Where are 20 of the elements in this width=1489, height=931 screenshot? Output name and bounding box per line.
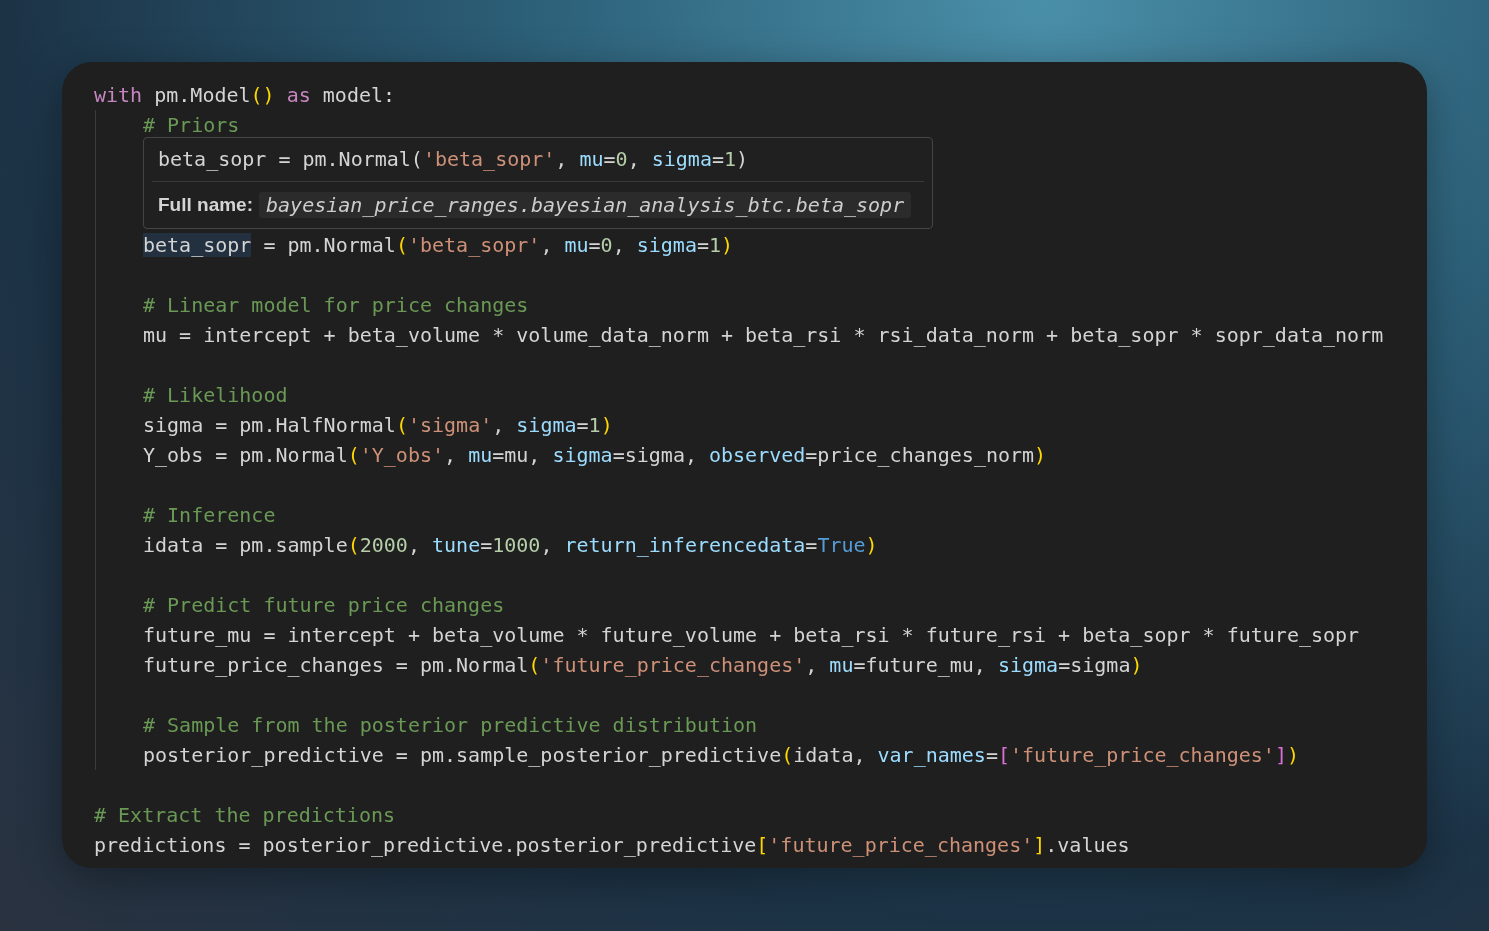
code-line: mu = intercept + beta_volume * volume_data_norm + beta_rsi * rsi_data_norm + beta_sopr * sopr_data_norm — [143, 322, 1384, 349]
code-line: future_price_changes = pm.Normal('future_price_changes', mu=future_mu, sigma=sigma) — [143, 652, 1143, 679]
code-line: beta_sopr = pm.Normal('beta_sopr', mu=0, sigma=1) — [143, 232, 734, 259]
full-name-label: Full name: — [158, 194, 253, 216]
code-line: idata = pm.sample(2000, tune=1000, return_inferencedata=True) — [143, 532, 878, 559]
code-line: predictions = posterior_predictive.posterior_predictive['future_price_changes'].values — [94, 832, 1130, 859]
code-line: sigma = pm.HalfNormal('sigma', sigma=1) — [143, 412, 613, 439]
code-line: Y_obs = pm.Normal('Y_obs', mu=mu, sigma=sigma, observed=price_changes_norm) — [143, 442, 1047, 469]
full-name-value: bayesian_price_ranges.bayesian_analysis_btc.beta_sopr — [259, 192, 912, 218]
code-comment: # Priors — [143, 112, 240, 139]
code-line: with pm.Model() as model: — [94, 82, 396, 109]
code-comment: # Linear model for price changes — [143, 292, 529, 319]
code-line: posterior_predictive = pm.sample_posterior_predictive(idata, var_names=['future_price_changes']) — [143, 742, 1299, 769]
code-comment: # Likelihood — [143, 382, 288, 409]
code-comment: # Sample from the posterior predictive distribution — [143, 712, 758, 739]
code-comment: # Inference — [143, 502, 276, 529]
signature-text: beta_sopr = pm.Normal('beta_sopr', mu=0, sigma=1) — [157, 146, 750, 173]
code-comment: # Extract the predictions — [94, 802, 396, 829]
code-comment: # Predict future price changes — [143, 592, 505, 619]
code-line: future_mu = intercept + beta_volume * future_volume + beta_rsi * future_rsi + beta_sopr * future_sopr — [143, 622, 1360, 649]
